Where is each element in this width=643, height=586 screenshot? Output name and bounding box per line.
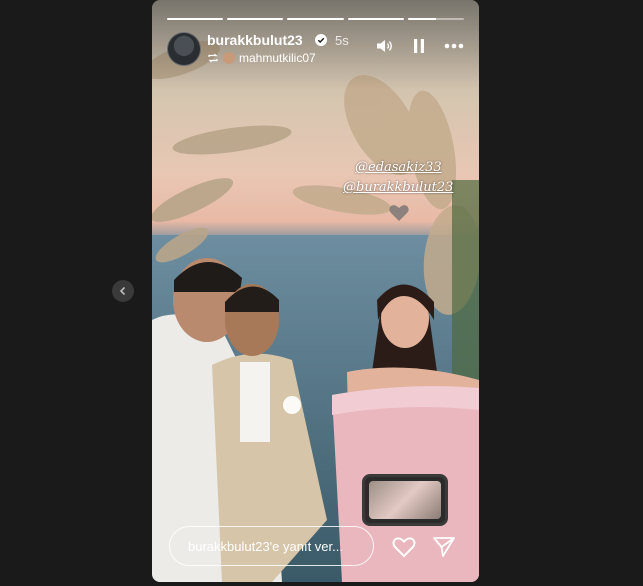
heart-icon[interactable] <box>392 536 416 558</box>
story-controls <box>376 38 464 54</box>
repost-username: mahmutkilic07 <box>239 51 316 65</box>
story-time: 5s <box>335 33 349 48</box>
mention-tag[interactable]: @edasakiz33 <box>355 160 442 175</box>
progress-segment <box>227 18 284 20</box>
username-link[interactable]: burakkbulut23 <box>207 32 303 48</box>
story-viewer[interactable]: burakkbulut23 5s mahmutkilic07 @edasakiz… <box>152 0 479 582</box>
mention-tag[interactable]: @burakkbulut23 <box>343 180 453 195</box>
repost-icon <box>208 53 218 63</box>
more-icon[interactable] <box>444 43 464 49</box>
previous-story-button[interactable] <box>112 280 134 302</box>
progress-segment <box>287 18 344 20</box>
heart-sticker-icon <box>389 205 409 221</box>
progress-segment <box>167 18 224 20</box>
reply-placeholder: burakkbulut23'e yanıt ver... <box>188 538 343 554</box>
volume-icon[interactable] <box>376 38 394 54</box>
repost-avatar <box>223 52 235 64</box>
chevron-left-icon <box>119 286 126 296</box>
repost-attribution[interactable]: mahmutkilic07 <box>207 51 316 65</box>
avatar[interactable] <box>167 32 201 66</box>
verified-icon <box>315 34 327 46</box>
send-icon[interactable] <box>432 536 456 558</box>
progress-segment-active <box>407 18 465 20</box>
progress-segment <box>347 18 404 20</box>
phone-in-photo <box>362 474 448 526</box>
story-header: burakkbulut23 5s mahmutkilic07 <box>167 32 464 68</box>
reply-input[interactable]: burakkbulut23'e yanıt ver... <box>169 526 374 566</box>
pause-icon[interactable] <box>412 38 426 54</box>
story-progress <box>167 18 465 20</box>
